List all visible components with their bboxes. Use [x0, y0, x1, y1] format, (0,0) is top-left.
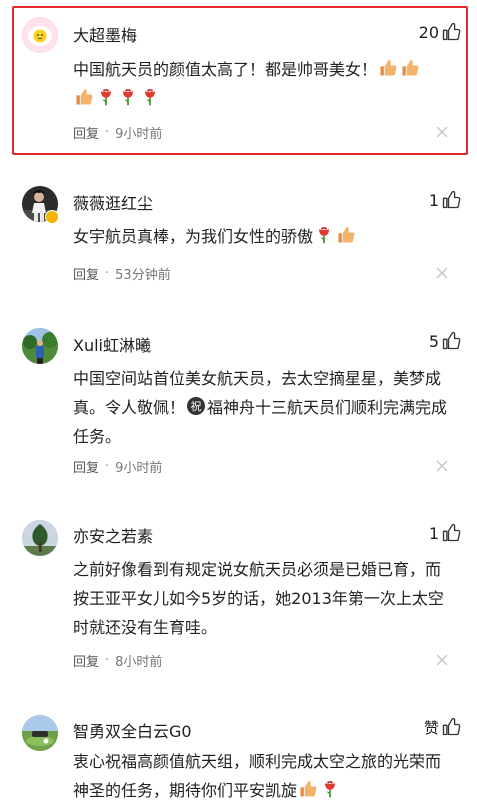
rose-emoji-icon: [314, 225, 334, 245]
like-button[interactable]: 1: [429, 188, 461, 212]
egg-face-icon: [23, 18, 57, 52]
username[interactable]: 大超墨梅: [73, 22, 137, 46]
like-count: 20: [418, 22, 439, 42]
avatar[interactable]: [22, 17, 58, 53]
verified-badge: [45, 210, 59, 224]
like-button[interactable]: 5: [429, 329, 461, 353]
comment-meta: 回复 · 8小时前: [73, 651, 162, 670]
comment-text: 女宇航员真棒，为我们女性的骄傲: [73, 222, 453, 251]
comment-item: Xuli虹淋曦 5 中国空间站首位美女航天员，去太空摘星星，美梦成真。令人敬佩！…: [0, 320, 477, 495]
comment-text: 之前好像看到有规定说女航天员必须是已婚已育，而按王亚平女儿如今5岁的话，她201…: [73, 560, 444, 637]
comment-text-body: 衷心祝福高颜值航天组，顺利完成太空之旅的光荣而神圣的任务，期待你们平安凯旋: [73, 752, 442, 800]
thumbs-up-icon: [441, 523, 461, 543]
thumbs-up-icon: [441, 190, 461, 210]
like-count: 1: [428, 523, 439, 543]
comment-meta: 回复 · 9小时前: [73, 123, 162, 142]
close-icon[interactable]: [435, 653, 449, 667]
like-count: 1: [428, 190, 439, 210]
separator-dot: ·: [105, 125, 110, 140]
reply-button[interactable]: 回复: [73, 264, 99, 283]
rose-emoji-icon: [140, 87, 160, 107]
comment-meta: 回复 · 9小时前: [73, 457, 162, 476]
thumbs-up-emoji-icon: [336, 225, 356, 245]
username[interactable]: 亦安之若素: [73, 523, 153, 547]
separator-dot: ·: [105, 653, 110, 668]
outdoor-photo-icon: [22, 328, 58, 364]
thumbs-up-icon: [441, 331, 461, 351]
comment-text: 衷心祝福高颜值航天组，顺利完成太空之旅的光荣而神圣的任务，期待你们平安凯旋: [73, 747, 453, 805]
close-icon[interactable]: [435, 125, 449, 139]
reply-button[interactable]: 回复: [73, 457, 99, 476]
comment-item: 智勇双全白云G0 赞 衷心祝福高颜值航天组，顺利完成太空之旅的光荣而神圣的任务，…: [0, 695, 477, 811]
svg-text:祝: 祝: [191, 399, 202, 413]
thumbs-up-emoji-icon: [74, 87, 94, 107]
timestamp: 8小时前: [115, 655, 163, 670]
comment-text-body: 女宇航员真棒，为我们女性的骄傲: [73, 227, 314, 246]
rose-emoji-icon: [320, 779, 340, 799]
like-button[interactable]: 赞: [424, 715, 461, 739]
close-icon[interactable]: [435, 459, 449, 473]
separator-dot: ·: [105, 266, 110, 281]
like-count: 5: [428, 331, 439, 351]
thumbs-up-emoji-icon: [378, 58, 398, 78]
avatar[interactable]: [22, 715, 58, 751]
comment-text: 中国航天员的颜值太高了！都是帅哥美女！: [73, 55, 453, 113]
timestamp: 53分钟前: [115, 268, 171, 283]
rose-emoji-icon: [96, 87, 116, 107]
thumbs-up-icon: [441, 717, 461, 737]
timestamp: 9小时前: [115, 461, 163, 476]
comment-item: 大超墨梅 20 中国航天员的颜值太高了！都是帅哥美女！ 回复 · 9小时前: [0, 0, 477, 160]
comment-item: 薇薇逛红尘 1 女宇航员真棒，为我们女性的骄傲 回复 · 53分钟前: [0, 160, 477, 320]
thumbs-up-emoji-icon: [400, 58, 420, 78]
tree-photo-icon: [22, 520, 58, 556]
username[interactable]: 薇薇逛红尘: [73, 190, 153, 214]
thumbs-up-emoji-icon: [298, 779, 318, 799]
comment-meta: 回复 · 53分钟前: [73, 264, 171, 283]
rose-emoji-icon: [118, 87, 138, 107]
username[interactable]: 智勇双全白云G0: [73, 718, 192, 742]
reply-button[interactable]: 回复: [73, 651, 99, 670]
comment-item: 亦安之若素 1 之前好像看到有规定说女航天员必须是已婚已育，而按王亚平女儿如今5…: [0, 495, 477, 695]
comment-text-body: 中国航天员的颜值太高了！都是帅哥美女！: [73, 60, 378, 79]
close-icon[interactable]: [435, 266, 449, 280]
like-label: 赞: [423, 718, 439, 737]
reply-button[interactable]: 回复: [73, 123, 99, 142]
blessing-emoji-icon: 祝: [187, 397, 206, 415]
avatar[interactable]: [22, 520, 58, 556]
comment-text: 中国空间站首位美女航天员，去太空摘星星，美梦成真。令人敬佩！祝福神舟十三航天员们…: [73, 364, 453, 451]
like-button[interactable]: 1: [429, 521, 461, 545]
timestamp: 9小时前: [115, 127, 163, 142]
like-button[interactable]: 20: [419, 20, 461, 44]
username[interactable]: Xuli虹淋曦: [73, 332, 151, 356]
golf-photo-icon: [22, 715, 58, 751]
avatar[interactable]: [22, 328, 58, 364]
separator-dot: ·: [105, 459, 110, 474]
thumbs-up-icon: [441, 22, 461, 42]
